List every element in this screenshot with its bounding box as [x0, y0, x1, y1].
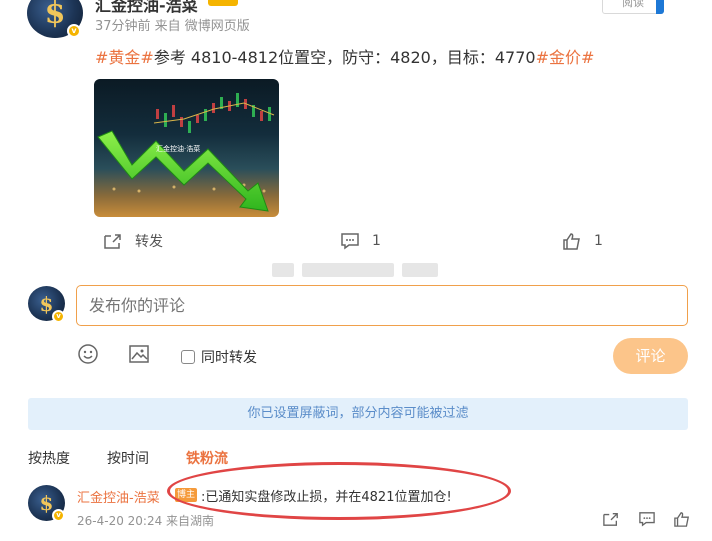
author-name[interactable]: 汇金控油-浩菜 [95, 0, 198, 16]
thumbs-up-icon [674, 512, 690, 527]
hashtag-gold-price[interactable]: #金价# [536, 48, 595, 67]
emoji-button[interactable] [77, 343, 99, 369]
comment-like-button[interactable] [673, 511, 691, 531]
comment-count: 1 [372, 233, 381, 249]
post-body: 参考 4810-4812位置空，防守：4820，目标：4770 [153, 48, 536, 67]
author-badge: 博主 [175, 488, 197, 502]
post-text: #黄金#参考 4810-4812位置空，防守：4820，目标：4770#金价# [95, 44, 594, 68]
emoji-icon [78, 344, 98, 364]
author-level-badge [208, 0, 238, 6]
repost-checkbox[interactable]: 同时转发 [181, 347, 257, 367]
loading-skeleton [272, 263, 294, 277]
commenter-name[interactable]: 汇金控油-浩菜 [77, 487, 160, 506]
thumbs-up-icon [563, 233, 580, 250]
verified-badge-icon: v [52, 310, 65, 323]
post-image[interactable]: 汇金控油·浩菜 [94, 79, 279, 217]
post-meta: 37分钟前 来自 微博网页版 [95, 19, 250, 34]
image-upload-button[interactable] [128, 343, 150, 369]
share-icon [603, 513, 618, 526]
checkbox-box[interactable] [181, 350, 195, 364]
submit-comment-button[interactable]: 评论 [613, 338, 688, 374]
follow-button-label: 阅读 [622, 0, 644, 9]
chart-picture-icon: 汇金控油·浩菜 [97, 93, 275, 212]
like-count: 1 [594, 233, 603, 249]
tab-fans[interactable]: 铁粉流 [186, 448, 228, 468]
verified-badge-icon: v [52, 509, 65, 522]
comment-text: :已通知实盘修改止损，并在4821位置加仓! [201, 490, 452, 505]
comment-share-button[interactable] [602, 511, 620, 531]
loading-skeleton [402, 263, 438, 277]
comment-icon [341, 233, 359, 250]
verified-badge-icon: v [67, 24, 81, 38]
tab-by-time[interactable]: 按时间 [107, 448, 149, 468]
tab-by-popularity[interactable]: 按热度 [28, 448, 70, 468]
comment-action[interactable]: 1 [340, 230, 381, 252]
repost-label: 转发 [135, 234, 163, 250]
share-icon [104, 234, 121, 249]
repost-checkbox-label: 同时转发 [201, 350, 257, 366]
image-watermark: 汇金控油·浩菜 [156, 144, 200, 153]
repost-action[interactable]: 转发 [103, 230, 163, 252]
comment-meta: 26-4-20 20:24 来自湖南 [77, 514, 215, 528]
like-action[interactable]: 1 [562, 230, 603, 252]
hashtag-gold[interactable]: #黄金# [95, 48, 154, 67]
image-icon [129, 345, 149, 363]
comment-icon [639, 512, 655, 527]
follow-button-accent [656, 0, 664, 14]
comment-reply-button[interactable] [638, 511, 656, 531]
comment-input[interactable] [76, 285, 688, 326]
follow-button[interactable]: 阅读 [602, 0, 664, 14]
loading-skeleton [302, 263, 394, 277]
filter-notice: 你已设置屏蔽词，部分内容可能被过滤 [28, 398, 688, 430]
